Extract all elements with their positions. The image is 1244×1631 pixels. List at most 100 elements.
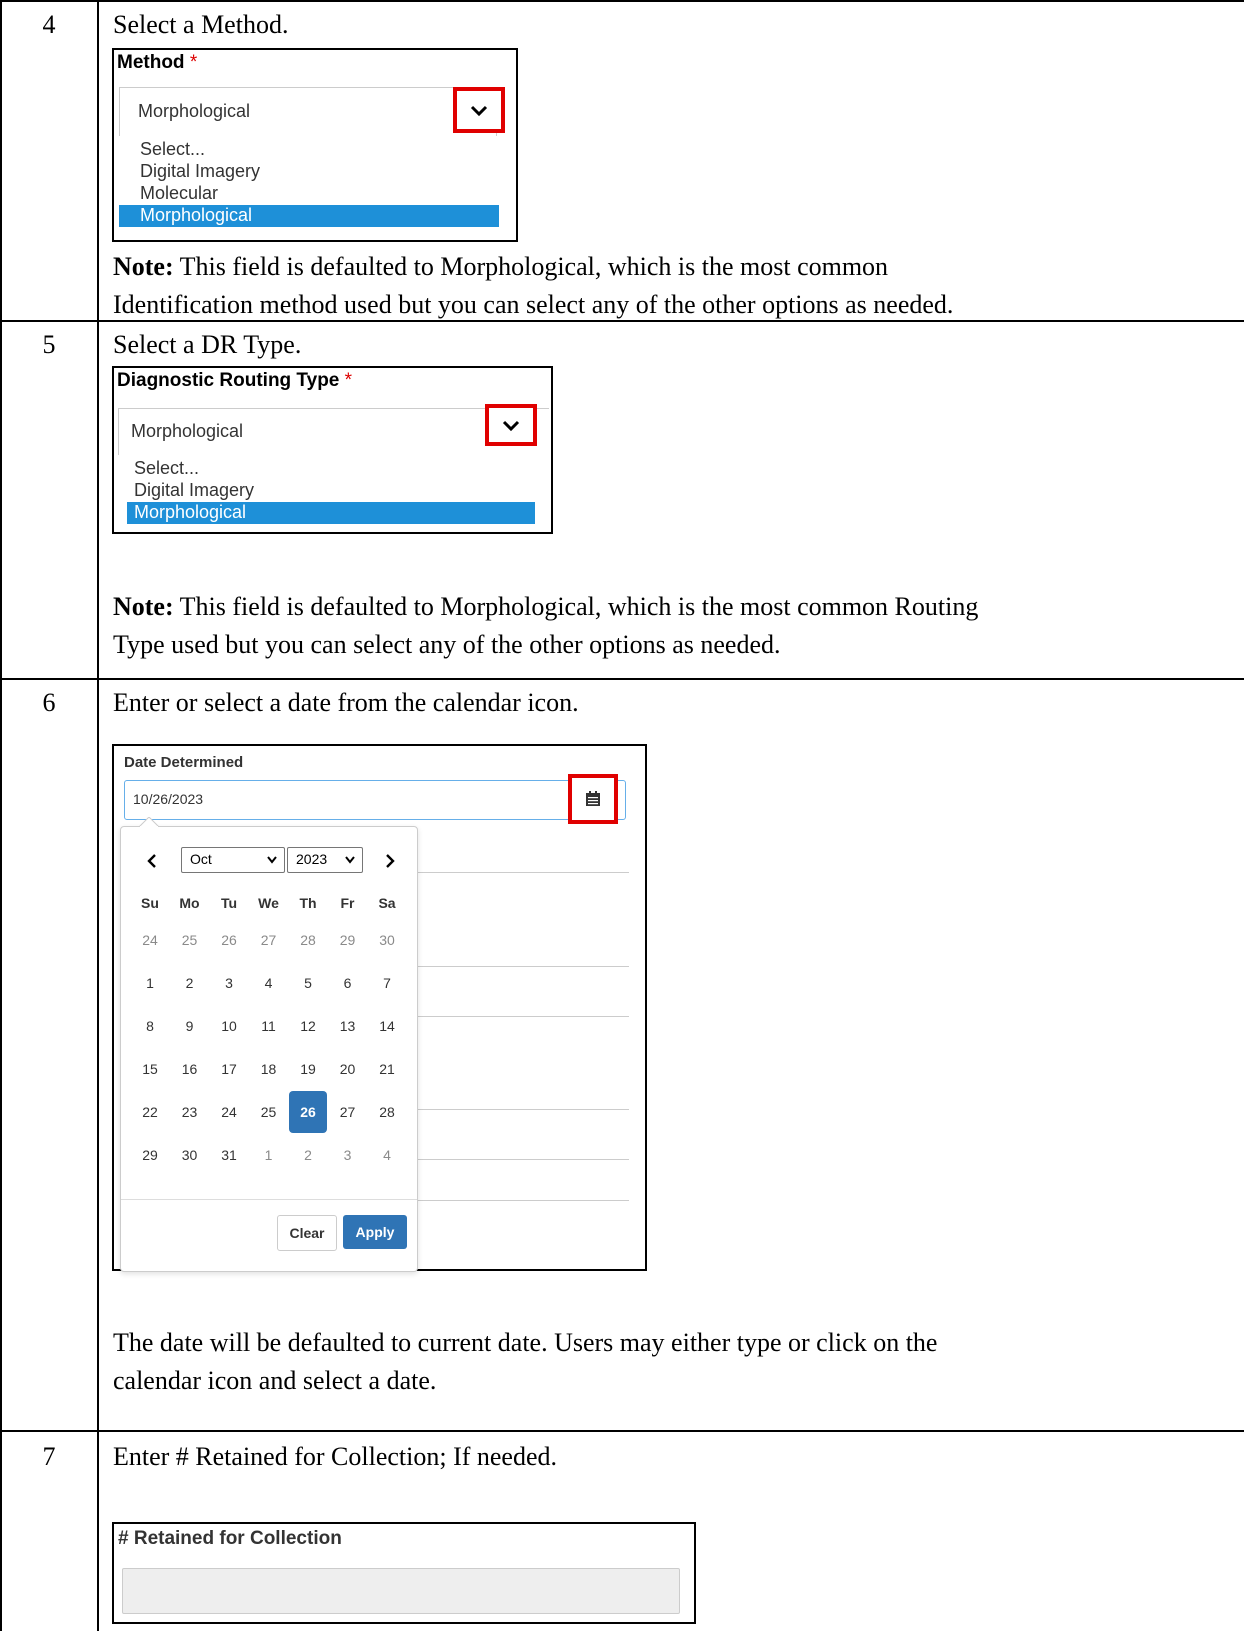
step-number: 6: [42, 688, 56, 717]
calendar-icon: [586, 791, 600, 806]
calendar-day[interactable]: 31: [210, 1134, 248, 1176]
calendar-day[interactable]: 23: [171, 1091, 209, 1133]
note-text-continued: calendar icon and select a date.: [113, 1366, 437, 1395]
note-text-continued: Identification method used but you can s…: [113, 290, 954, 319]
next-month-icon[interactable]: [383, 853, 397, 869]
step-number: 5: [42, 330, 56, 359]
calendar-day[interactable]: 28: [368, 1091, 406, 1133]
apply-button[interactable]: Apply: [343, 1215, 407, 1249]
background-divider: [414, 1200, 629, 1201]
chevron-down-icon: [267, 856, 277, 864]
calendar-day[interactable]: 30: [368, 919, 406, 961]
calendar-day[interactable]: 1: [250, 1134, 288, 1176]
calendar-button-highlight[interactable]: [568, 774, 618, 824]
calendar-day[interactable]: 16: [171, 1048, 209, 1090]
clear-button[interactable]: Clear: [277, 1215, 337, 1251]
month-select[interactable]: Oct: [181, 847, 285, 873]
popup-caret-icon: [139, 817, 159, 827]
background-divider: [414, 872, 629, 873]
date-input[interactable]: 10/26/2023: [124, 780, 626, 820]
calendar-day[interactable]: 29: [329, 919, 367, 961]
calendar-day[interactable]: 28: [289, 919, 327, 961]
calendar-day[interactable]: 2: [171, 962, 209, 1004]
option-morphological-selected[interactable]: Morphological: [119, 205, 499, 227]
required-mark: *: [189, 52, 198, 73]
popup-footer-divider: [121, 1199, 417, 1200]
option-digital-imagery[interactable]: Digital Imagery: [140, 161, 260, 182]
calendar-day[interactable]: 20: [329, 1048, 367, 1090]
step-note: The date will be defaulted to current da…: [113, 1324, 1223, 1400]
calendar-day[interactable]: 1: [131, 962, 169, 1004]
calendar-day[interactable]: 2: [289, 1134, 327, 1176]
calendar-day[interactable]: 24: [131, 919, 169, 961]
option-molecular[interactable]: Molecular: [140, 183, 218, 204]
calendar-day[interactable]: 3: [210, 962, 248, 1004]
calendar-day[interactable]: 30: [171, 1134, 209, 1176]
calendar-day[interactable]: 5: [289, 962, 327, 1004]
note-text: This field is defaulted to Morphological…: [179, 252, 889, 281]
weekday-header: Th: [299, 895, 317, 911]
method-select[interactable]: Morphological: [119, 87, 497, 136]
calendar-day[interactable]: 24: [210, 1091, 248, 1133]
calendar-day[interactable]: 14: [368, 1005, 406, 1047]
calendar-day[interactable]: 21: [368, 1048, 406, 1090]
step-number: 4: [42, 10, 56, 39]
retained-field-screenshot: # Retained for Collection: [112, 1522, 696, 1624]
date-field-screenshot: Date Determined 10/26/2023 Oct 2023 Su M…: [112, 744, 647, 1272]
retained-count-input[interactable]: [122, 1568, 680, 1614]
step-instruction: Enter # Retained for Collection; If need…: [113, 1442, 558, 1471]
calendar-grid: Su Mo Tu We Th Fr Sa 24 25 26 27 28 29 30 1 2 3 4 5 6 7 8 9 10 1…: [131, 887, 411, 1187]
calendar-day[interactable]: 25: [171, 919, 209, 961]
weekday-header: Su: [141, 895, 159, 911]
field-label: Date Determined: [124, 754, 244, 771]
calendar-day[interactable]: 7: [368, 962, 406, 1004]
row-divider-5-6: [0, 678, 1244, 680]
option-morphological-selected[interactable]: Morphological: [127, 502, 535, 524]
calendar-day[interactable]: 15: [131, 1048, 169, 1090]
method-field-screenshot: Method * Morphological Select... Digital…: [112, 48, 518, 242]
step-note: Note: This field is defaulted to Morphol…: [113, 588, 1223, 664]
calendar-day[interactable]: 6: [329, 962, 367, 1004]
datepicker-popup: Oct 2023 Su Mo Tu We Th Fr Sa 24 25 26 27 28 29 30 1 2 3…: [120, 817, 418, 1272]
calendar-day[interactable]: 9: [171, 1005, 209, 1047]
prev-month-icon[interactable]: [145, 853, 159, 869]
calendar-day[interactable]: 25: [250, 1091, 288, 1133]
background-divider: [414, 966, 629, 967]
calendar-day-selected[interactable]: 26: [289, 1091, 327, 1133]
calendar-day[interactable]: 18: [250, 1048, 288, 1090]
calendar-day[interactable]: 27: [329, 1091, 367, 1133]
calendar-day[interactable]: 29: [131, 1134, 169, 1176]
calendar-day[interactable]: 19: [289, 1048, 327, 1090]
step-instruction: Select a DR Type.: [113, 330, 302, 359]
option-select[interactable]: Select...: [134, 458, 199, 479]
calendar-day[interactable]: 27: [250, 919, 288, 961]
step-instruction: Select a Method.: [113, 10, 289, 39]
calendar-day[interactable]: 13: [329, 1005, 367, 1047]
calendar-day[interactable]: 10: [210, 1005, 248, 1047]
option-select[interactable]: Select...: [140, 139, 205, 160]
calendar-day[interactable]: 22: [131, 1091, 169, 1133]
option-digital-imagery[interactable]: Digital Imagery: [134, 480, 254, 501]
row-divider-6-7: [0, 1430, 1244, 1432]
table-column-divider: [97, 0, 99, 1631]
calendar-day[interactable]: 4: [250, 962, 288, 1004]
note-label: Note:: [113, 592, 174, 621]
calendar-day[interactable]: 12: [289, 1005, 327, 1047]
calendar-day[interactable]: 8: [131, 1005, 169, 1047]
dropdown-toggle-highlight[interactable]: [453, 87, 505, 133]
step-note: Note: This field is defaulted to Morphol…: [113, 248, 1223, 324]
year-select[interactable]: 2023: [287, 847, 363, 873]
calendar-day[interactable]: 11: [250, 1005, 288, 1047]
calendar-day[interactable]: 26: [210, 919, 248, 961]
note-text: The date will be defaulted to current da…: [113, 1328, 938, 1357]
table-top-border: [0, 0, 1244, 2]
step-instruction: Enter or select a date from the calendar…: [113, 688, 579, 717]
note-text-continued: Type used but you can select any of the …: [113, 630, 781, 659]
table-left-border: [0, 0, 2, 1631]
dropdown-toggle-highlight[interactable]: [485, 404, 537, 446]
background-divider: [414, 1159, 629, 1160]
date-value: 10/26/2023: [133, 791, 204, 807]
calendar-day[interactable]: 17: [210, 1048, 248, 1090]
calendar-day[interactable]: 4: [368, 1134, 406, 1176]
calendar-day[interactable]: 3: [329, 1134, 367, 1176]
